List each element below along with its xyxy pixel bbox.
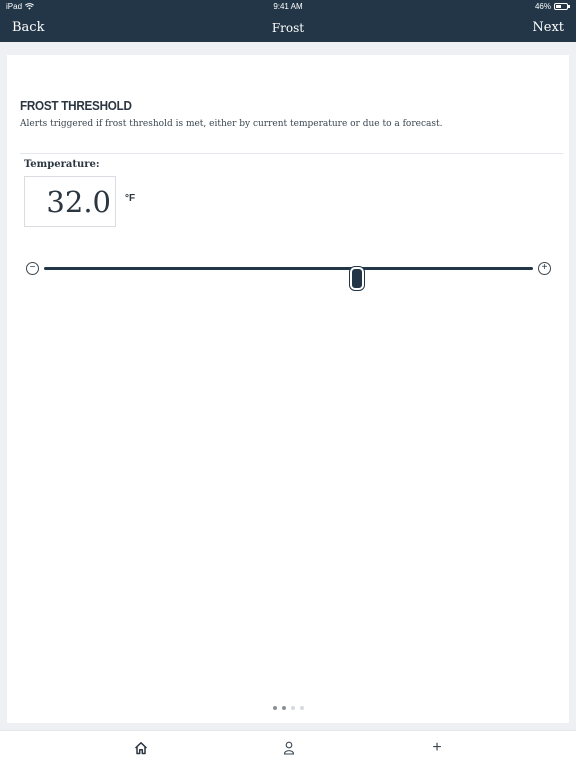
tab-add[interactable]: + [427,738,447,758]
temperature-label: Temperature: [24,159,100,170]
divider [20,153,563,154]
page-title: Frost [271,21,305,35]
tab-home[interactable] [131,738,151,758]
battery-icon [554,3,570,10]
slider-thumb[interactable] [349,267,364,290]
top-navigation-bar: iPad 9:41 AM 46% Back Frost Next [0,0,576,42]
temperature-input[interactable]: 32.0 [24,176,116,227]
tab-profile[interactable] [279,738,299,758]
temperature-value: 32.0 [46,185,111,219]
status-bar: iPad 9:41 AM 46% [0,0,576,14]
user-icon [283,741,295,755]
temperature-slider[interactable]: − + [26,257,551,290]
page-indicator [7,706,569,710]
status-time: 9:41 AM [273,2,303,11]
page-dot[interactable] [281,706,286,710]
next-button[interactable]: Next [532,20,564,35]
increase-button[interactable]: + [538,262,551,275]
slider-track[interactable] [44,267,533,290]
section-description: Alerts triggered if frost threshold is m… [20,119,443,129]
plus-icon: + [432,739,442,756]
status-right: 46% [534,2,570,11]
section-title: FROST THRESHOLD [20,98,132,113]
content-card: FROST THRESHOLD Alerts triggered if fros… [7,55,569,723]
bottom-tab-bar: + [0,730,576,768]
temperature-unit: °F [125,193,136,204]
battery-percent: 46% [534,2,551,11]
decrease-button[interactable]: − [26,262,39,275]
page-dot[interactable] [272,706,277,710]
page-dot[interactable] [290,706,295,710]
page-dot[interactable] [299,706,304,710]
battery-fill [556,5,562,8]
home-icon [134,742,148,755]
